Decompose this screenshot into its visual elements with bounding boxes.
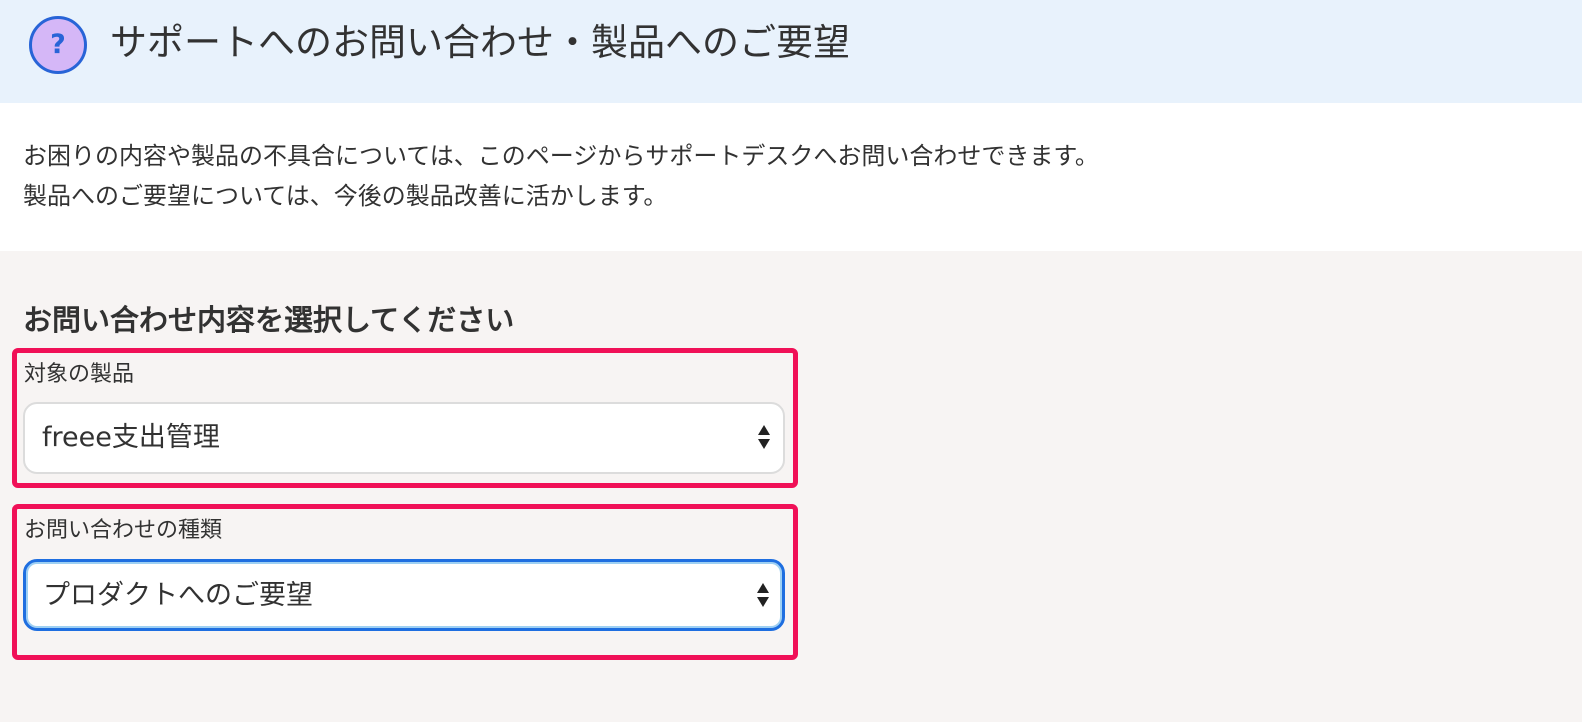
intro-section: お困りの内容や製品の不具合については、このページからサポートデスクへお問い合わせ…	[0, 103, 1582, 251]
inquiry-type-select-value: プロダクトへのご要望	[43, 580, 313, 611]
inquiry-type-field: お問い合わせの種類 プロダクトへのご要望	[12, 504, 798, 660]
inquiry-type-select[interactable]: プロダクトへのご要望	[23, 559, 785, 631]
product-field: 対象の製品 freee支出管理	[12, 348, 798, 488]
page-header: ? サポートへのお問い合わせ・製品へのご要望	[0, 0, 1582, 103]
form-heading: お問い合わせ内容を選択してください	[23, 303, 515, 337]
product-select-value: freee支出管理	[42, 422, 220, 453]
inquiry-form: お問い合わせ内容を選択してください 対象の製品 freee支出管理 お問い合わせ…	[0, 251, 1582, 722]
intro-text-line-2: 製品へのご要望については、今後の製品改善に活かします。	[23, 182, 668, 210]
select-arrows-icon	[757, 422, 771, 452]
inquiry-type-label: お問い合わせの種類	[24, 518, 223, 543]
page-title: サポートへのお問い合わせ・製品へのご要望	[110, 21, 850, 64]
product-label: 対象の製品	[24, 362, 135, 387]
select-arrows-icon	[756, 580, 770, 610]
intro-text-line-1: お困りの内容や製品の不具合については、このページからサポートデスクへお問い合わせ…	[23, 142, 1099, 170]
product-select[interactable]: freee支出管理	[23, 402, 785, 474]
help-icon: ?	[29, 16, 87, 74]
